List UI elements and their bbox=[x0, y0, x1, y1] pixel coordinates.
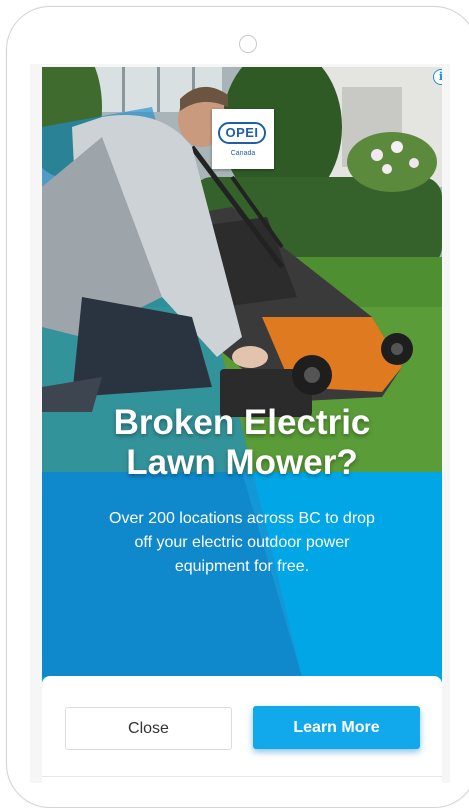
learn-more-button[interactable]: Learn More bbox=[253, 706, 420, 749]
screen: i OPEI Canada Broken Electric Lawn Mower… bbox=[30, 64, 450, 783]
info-icon[interactable]: i bbox=[433, 69, 442, 85]
ad-footer: Close Learn More bbox=[42, 676, 442, 783]
opei-logo: OPEI Canada bbox=[212, 109, 274, 169]
ad-body-text: Over 200 locations across BC to drop off… bbox=[62, 507, 422, 579]
logo-mark: OPEI bbox=[218, 122, 266, 144]
ad-headline: Broken Electric Lawn Mower? bbox=[42, 403, 442, 483]
close-button[interactable]: Close bbox=[65, 707, 232, 750]
body-line-3: equipment for free. bbox=[174, 558, 310, 575]
phone-speaker-icon bbox=[239, 35, 257, 53]
body-line-1: Over 200 locations across BC to drop bbox=[109, 510, 375, 527]
headline-line-2: Lawn Mower? bbox=[126, 443, 358, 482]
ad-creative[interactable]: i OPEI Canada Broken Electric Lawn Mower… bbox=[42, 67, 442, 777]
logo-subtitle: Canada bbox=[230, 150, 256, 157]
divider bbox=[42, 776, 442, 777]
headline-line-1: Broken Electric bbox=[113, 403, 371, 442]
body-line-2: off your electric outdoor power bbox=[134, 534, 350, 551]
